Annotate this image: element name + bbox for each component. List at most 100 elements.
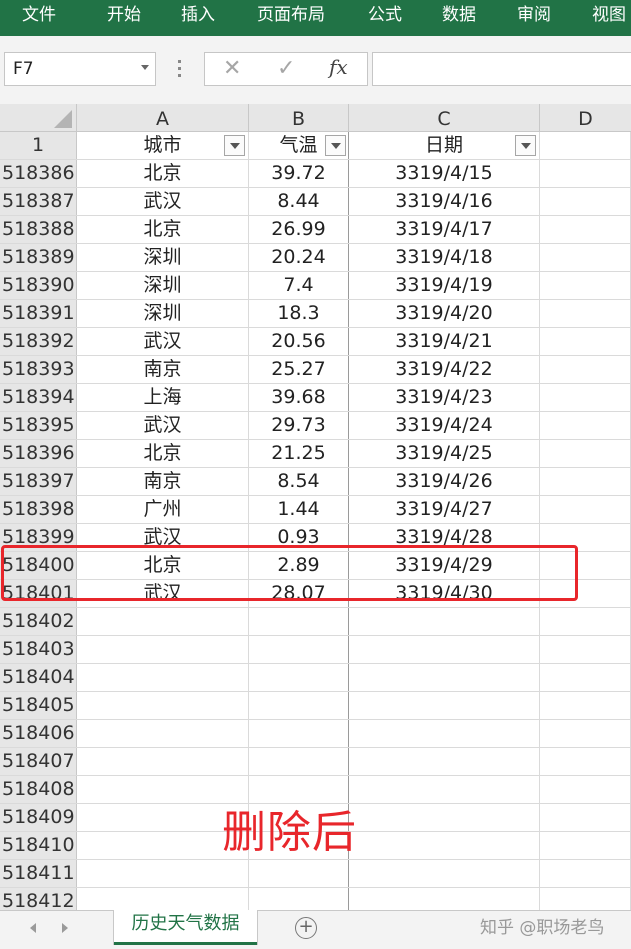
filter-dropdown-icon[interactable] <box>515 135 536 156</box>
row-header[interactable]: 518404 <box>0 664 77 691</box>
scroll-right-icon[interactable] <box>62 923 68 933</box>
cell-city[interactable]: 北京 <box>77 160 249 187</box>
cell-date[interactable]: 3319/4/28 <box>349 524 540 551</box>
row-header[interactable]: 518396 <box>0 440 77 467</box>
cell-date[interactable] <box>349 720 540 747</box>
cell-d[interactable] <box>540 720 631 747</box>
name-box[interactable]: F7 <box>4 52 156 86</box>
row-header[interactable]: 518394 <box>0 384 77 411</box>
cell-date[interactable]: 3319/4/22 <box>349 356 540 383</box>
cell-temp[interactable]: 29.73 <box>249 412 349 439</box>
cell-date[interactable]: 3319/4/26 <box>349 468 540 495</box>
cell-city[interactable] <box>77 636 249 663</box>
cell-d[interactable] <box>540 356 631 383</box>
cell-d[interactable] <box>540 888 631 910</box>
cell-city[interactable]: 武汉 <box>77 580 249 607</box>
cell-temp[interactable] <box>249 888 349 910</box>
cell-city[interactable] <box>77 720 249 747</box>
row-header[interactable]: 518389 <box>0 244 77 271</box>
row-header[interactable]: 518403 <box>0 636 77 663</box>
cell-date[interactable]: 3319/4/19 <box>349 272 540 299</box>
add-sheet-icon[interactable]: + <box>295 917 317 939</box>
cell-date[interactable]: 3319/4/17 <box>349 216 540 243</box>
cell-city[interactable]: 深圳 <box>77 300 249 327</box>
cell-city[interactable]: 南京 <box>77 468 249 495</box>
tab-review[interactable]: 审阅 <box>517 0 551 32</box>
insert-function-icon[interactable]: fx <box>329 55 348 79</box>
row-header[interactable]: 518391 <box>0 300 77 327</box>
row-header[interactable]: 518388 <box>0 216 77 243</box>
cell-city[interactable]: 北京 <box>77 552 249 579</box>
cell-date[interactable]: 3319/4/27 <box>349 496 540 523</box>
cell-d[interactable] <box>540 636 631 663</box>
cell-d[interactable] <box>540 496 631 523</box>
cell-date[interactable] <box>349 748 540 775</box>
tab-view[interactable]: 视图 <box>592 0 626 32</box>
cell-date[interactable]: 3319/4/24 <box>349 412 540 439</box>
cell-date[interactable]: 3319/4/25 <box>349 440 540 467</box>
cell-city[interactable]: 深圳 <box>77 244 249 271</box>
cell-d[interactable] <box>540 664 631 691</box>
cell-temp[interactable]: 1.44 <box>249 496 349 523</box>
tab-insert[interactable]: 插入 <box>181 0 215 32</box>
cell-city[interactable] <box>77 692 249 719</box>
cell-date[interactable] <box>349 636 540 663</box>
cell-temp[interactable]: 7.4 <box>249 272 349 299</box>
cell-temp[interactable]: 18.3 <box>249 300 349 327</box>
filter-dropdown-icon[interactable] <box>325 135 346 156</box>
cell-d[interactable] <box>540 552 631 579</box>
select-all-button[interactable] <box>0 104 77 132</box>
row-header[interactable]: 518411 <box>0 860 77 887</box>
cell-date[interactable] <box>349 692 540 719</box>
tab-formulas[interactable]: 公式 <box>368 0 402 32</box>
row-header[interactable]: 518402 <box>0 608 77 635</box>
cell-temp[interactable]: 39.72 <box>249 160 349 187</box>
row-header[interactable]: 518410 <box>0 832 77 859</box>
row-header[interactable]: 518387 <box>0 188 77 215</box>
cell-city[interactable]: 北京 <box>77 216 249 243</box>
cell-city[interactable]: 武汉 <box>77 328 249 355</box>
cell-temp[interactable]: 0.93 <box>249 524 349 551</box>
cell-date[interactable]: 3319/4/30 <box>349 580 540 607</box>
cell-temp[interactable]: 26.99 <box>249 216 349 243</box>
cell-d[interactable] <box>540 608 631 635</box>
chevron-down-icon[interactable] <box>141 65 149 70</box>
filter-dropdown-icon[interactable] <box>224 135 245 156</box>
cell-temp[interactable] <box>249 748 349 775</box>
row-header[interactable]: 518386 <box>0 160 77 187</box>
cell-temp[interactable] <box>249 664 349 691</box>
cell-d[interactable] <box>540 748 631 775</box>
cell-city[interactable]: 南京 <box>77 356 249 383</box>
cell-temp[interactable]: 21.25 <box>249 440 349 467</box>
column-header-d[interactable]: D <box>540 104 631 132</box>
tab-data[interactable]: 数据 <box>442 0 476 32</box>
splitter-grip-icon[interactable] <box>178 60 182 80</box>
cell-d[interactable] <box>540 832 631 859</box>
cell-city[interactable]: 广州 <box>77 496 249 523</box>
cell-date[interactable] <box>349 776 540 803</box>
cell-temp[interactable] <box>249 720 349 747</box>
cell-date[interactable] <box>349 608 540 635</box>
tab-page-layout[interactable]: 页面布局 <box>257 0 325 32</box>
cell-city[interactable] <box>77 748 249 775</box>
cell-date[interactable] <box>349 804 540 831</box>
cell-temp[interactable]: 20.24 <box>249 244 349 271</box>
column-header-a[interactable]: A <box>77 104 249 132</box>
cell-date[interactable] <box>349 664 540 691</box>
tab-home[interactable]: 开始 <box>107 0 141 32</box>
column-header-b[interactable]: B <box>249 104 349 132</box>
row-header[interactable]: 518409 <box>0 804 77 831</box>
cell-city[interactable]: 北京 <box>77 440 249 467</box>
cell-d[interactable] <box>540 776 631 803</box>
cancel-icon[interactable]: ✕ <box>223 56 241 81</box>
cell-d[interactable] <box>540 244 631 271</box>
sheet-tab-active[interactable]: 历史天气数据 <box>114 910 257 945</box>
row-header[interactable]: 518406 <box>0 720 77 747</box>
cell-d[interactable] <box>540 384 631 411</box>
row-header[interactable]: 518405 <box>0 692 77 719</box>
cell-date[interactable] <box>349 860 540 887</box>
cell-date[interactable]: 3319/4/29 <box>349 552 540 579</box>
row-header[interactable]: 1 <box>0 132 77 159</box>
cell-city[interactable]: 武汉 <box>77 188 249 215</box>
row-header[interactable]: 518393 <box>0 356 77 383</box>
